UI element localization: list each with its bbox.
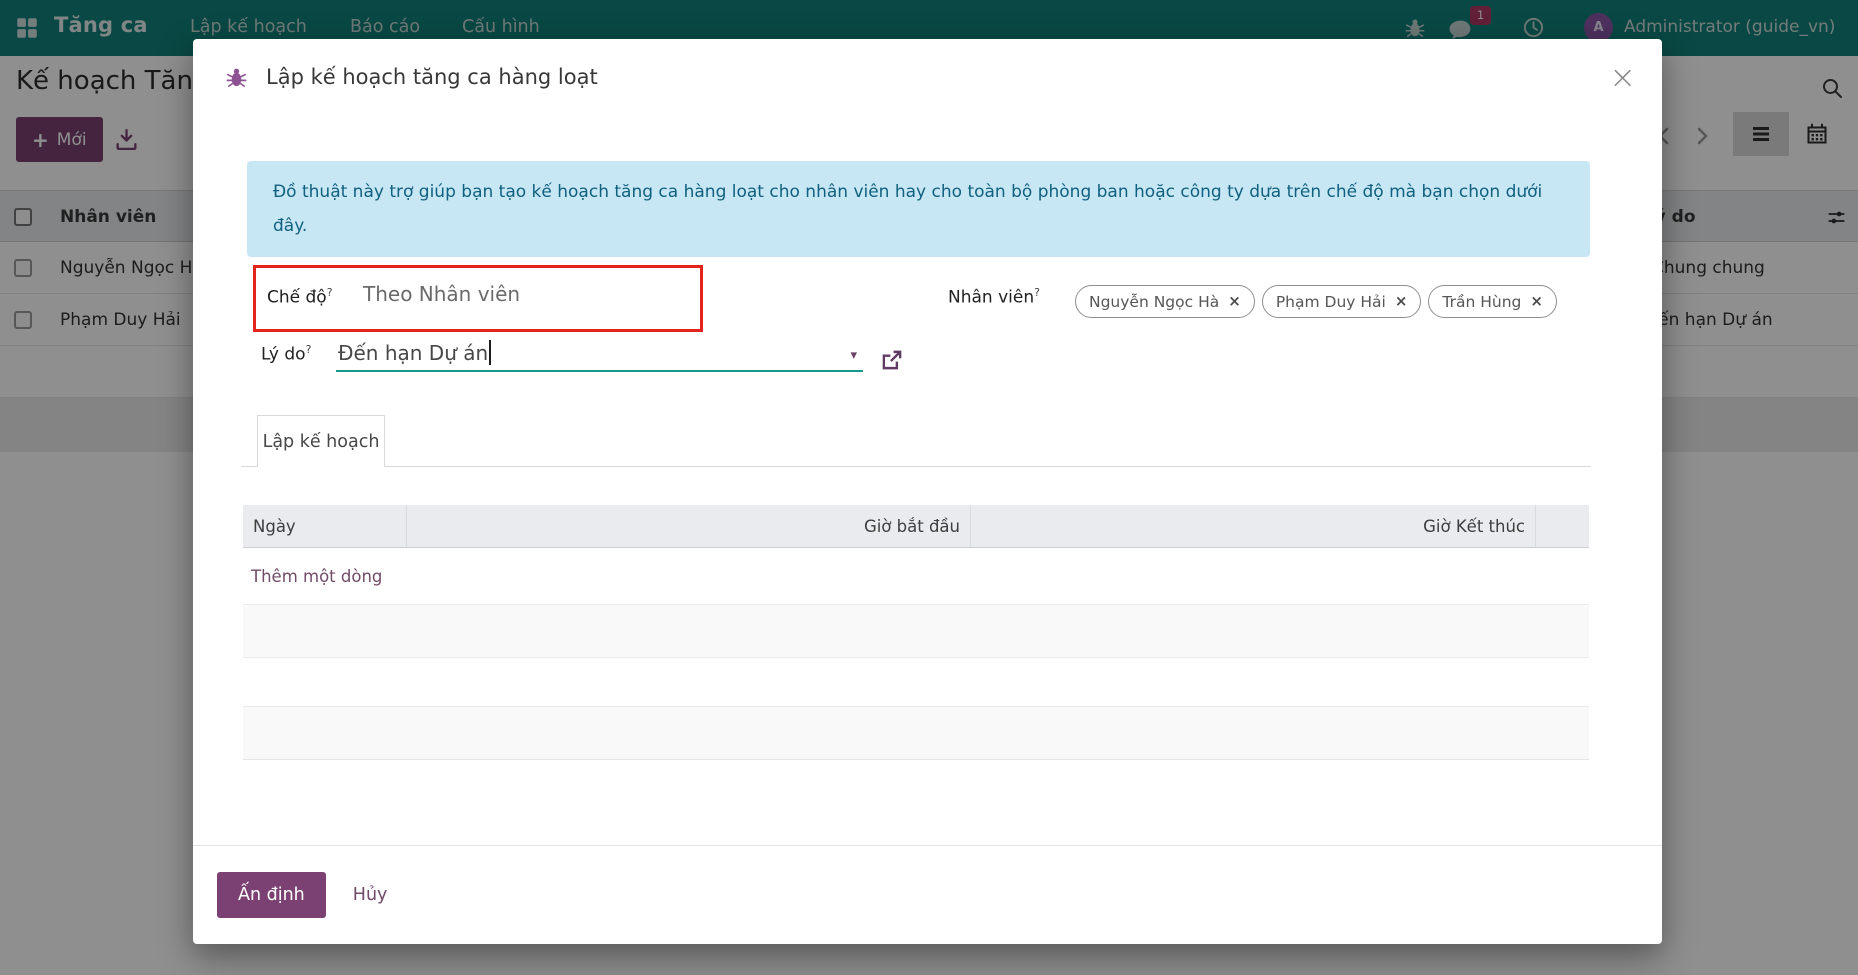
tag-remove-icon[interactable]: × bbox=[1395, 294, 1408, 309]
tag-remove-icon[interactable]: × bbox=[1530, 294, 1543, 309]
text-cursor bbox=[489, 340, 491, 365]
employees-field-label: Nhân viên? bbox=[948, 286, 1040, 308]
add-line-link[interactable]: Thêm một dòng bbox=[243, 548, 1589, 605]
table-filler-row bbox=[243, 658, 1589, 707]
help-icon[interactable]: ? bbox=[327, 286, 333, 299]
employee-tag[interactable]: Nguyễn Ngọc Hà × bbox=[1075, 285, 1255, 318]
caret-down-icon[interactable]: ▾ bbox=[850, 348, 857, 363]
tab-planning[interactable]: Lập kế hoạch bbox=[257, 415, 385, 467]
mode-select[interactable]: Theo Nhân viên bbox=[363, 282, 520, 306]
cancel-button[interactable]: Hủy bbox=[353, 885, 388, 905]
help-icon[interactable]: ? bbox=[1034, 286, 1040, 299]
external-link-icon[interactable] bbox=[879, 347, 905, 373]
dialog-header: Lập kế hoạch tăng ca hàng loạt × bbox=[193, 39, 1662, 115]
column-header-actions bbox=[1535, 505, 1589, 547]
info-alert: Đồ thuật này trợ giúp bạn tạo kế hoạch t… bbox=[247, 161, 1590, 257]
confirm-button[interactable]: Ấn định bbox=[217, 872, 326, 918]
tag-label: Nguyễn Ngọc Hà bbox=[1089, 293, 1219, 311]
table-filler-row bbox=[243, 605, 1589, 658]
notebook-divider bbox=[241, 466, 1591, 467]
column-header-date: Ngày bbox=[243, 505, 406, 547]
help-icon[interactable]: ? bbox=[306, 343, 312, 356]
tag-label: Trần Hùng bbox=[1442, 293, 1521, 311]
column-header-end-time: Giờ Kết thúc bbox=[970, 505, 1535, 547]
reason-input[interactable]: Đến hạn Dự án ▾ bbox=[336, 335, 863, 372]
tag-label: Phạm Duy Hải bbox=[1276, 293, 1386, 311]
mode-field-label: Chế độ? bbox=[267, 286, 333, 308]
tag-remove-icon[interactable]: × bbox=[1228, 294, 1241, 309]
employee-tags: Nguyễn Ngọc Hà × Phạm Duy Hải × Trần Hùn… bbox=[1075, 285, 1557, 318]
table-header-row: Ngày Giờ bắt đầu Giờ Kết thúc bbox=[243, 505, 1589, 548]
planning-lines-table: Ngày Giờ bắt đầu Giờ Kết thúc Thêm một d… bbox=[243, 505, 1589, 760]
column-header-start-time: Giờ bắt đầu bbox=[406, 505, 970, 547]
employee-tag[interactable]: Trần Hùng × bbox=[1428, 285, 1557, 318]
dialog-footer: Ấn định Hủy bbox=[193, 845, 1662, 944]
dialog-title: Lập kế hoạch tăng ca hàng loạt bbox=[266, 65, 598, 89]
bulk-overtime-dialog: Lập kế hoạch tăng ca hàng loạt × Đồ thuậ… bbox=[193, 39, 1662, 944]
reason-field-label: Lý do? bbox=[261, 343, 311, 365]
wizard-bug-icon bbox=[225, 66, 248, 89]
close-icon[interactable]: × bbox=[1609, 61, 1636, 93]
reason-value: Đến hạn Dự án bbox=[336, 341, 488, 365]
table-filler-row bbox=[243, 707, 1589, 760]
employee-tag[interactable]: Phạm Duy Hải × bbox=[1262, 285, 1422, 318]
